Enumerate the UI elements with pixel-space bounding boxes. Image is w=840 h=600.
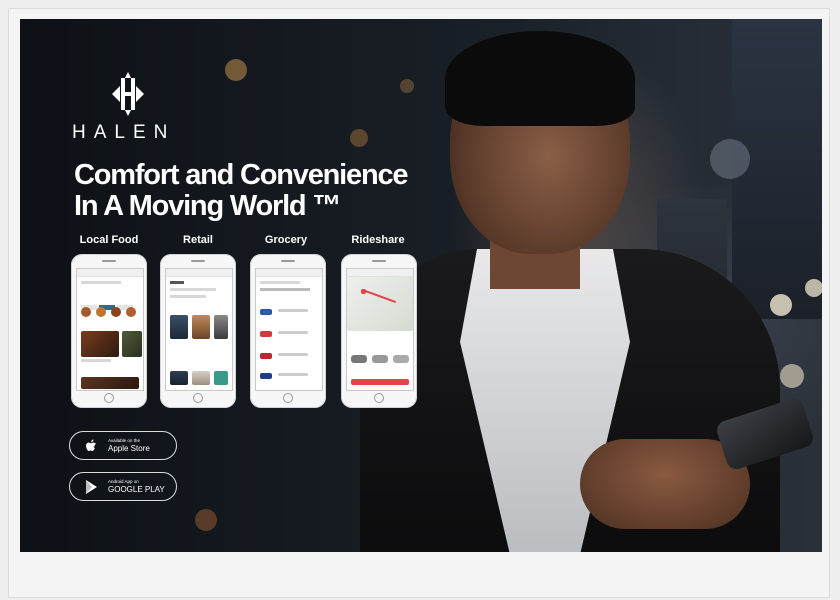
category-label-grocery: Grocery (264, 234, 308, 246)
phone-home-button (374, 393, 384, 403)
list-text (278, 331, 308, 334)
food-thumbnail (96, 307, 106, 317)
bokeh-light (195, 509, 217, 531)
bokeh-light (805, 279, 822, 297)
screen-text-line (170, 295, 206, 298)
restaurant-photo (81, 331, 119, 357)
apple-store-caption: Available on the (108, 438, 140, 443)
store-logo (260, 373, 272, 379)
screen-status-bar (166, 269, 232, 277)
screen-status-bar (256, 269, 322, 277)
bokeh-light (710, 139, 750, 179)
food-thumbnail (81, 307, 91, 317)
category-label-retail: Retail (183, 234, 213, 246)
bokeh-light (770, 294, 792, 316)
phone-mockup-retail[interactable] (160, 254, 236, 408)
bokeh-light (400, 79, 414, 93)
google-play-button[interactable]: Android App on GOOGLE PLAY (69, 472, 177, 501)
screen-text-line (260, 281, 300, 284)
screen-text-line (81, 359, 111, 362)
screen-status-bar (77, 269, 143, 277)
phone-mockup-grocery[interactable] (250, 254, 326, 408)
phone-speaker (102, 260, 116, 262)
headline-line-1: Comfort and Convenience (74, 159, 409, 191)
bokeh-light (780, 364, 804, 388)
phone-screen (76, 268, 144, 391)
car-option (351, 355, 367, 363)
store-logo (260, 331, 272, 337)
list-text (278, 353, 308, 356)
product-photo (170, 371, 188, 385)
bokeh-light (225, 59, 247, 81)
bokeh-light (350, 129, 368, 147)
headline-line-2: In A Moving World ™ (74, 190, 341, 222)
restaurant-photo (81, 377, 139, 389)
food-thumbnail (111, 307, 121, 317)
phone-speaker (372, 260, 386, 262)
google-play-label: GOOGLE PLAY (108, 485, 165, 494)
google-play-caption: Android App on (108, 479, 139, 484)
category-label-rideshare: Rideshare (351, 234, 405, 246)
phone-speaker (281, 260, 295, 262)
product-photo (192, 371, 210, 385)
apple-store-label: Apple Store (108, 444, 150, 453)
screen-status-bar (347, 269, 413, 277)
screen-text-line (260, 288, 310, 291)
restaurant-photo (122, 331, 142, 357)
play-icon (86, 480, 97, 494)
product-photo (192, 315, 210, 339)
screen-text-line (170, 288, 216, 291)
phone-home-button (104, 393, 114, 403)
map-view (347, 277, 413, 331)
person-hair (445, 31, 635, 126)
apple-icon (86, 439, 96, 451)
screen-text-line (170, 281, 184, 284)
screen-text-line (81, 281, 121, 284)
phone-mockup-local-food[interactable] (71, 254, 147, 408)
phone-screen (165, 268, 233, 391)
store-logo (260, 309, 272, 315)
store-logo (260, 353, 272, 359)
halen-logo-icon (112, 72, 144, 116)
list-text (278, 373, 308, 376)
category-label-local-food: Local Food (79, 234, 139, 246)
phone-home-button (193, 393, 203, 403)
page-headline: Comfort and Convenience In A Moving Worl… (74, 160, 434, 222)
phone-home-button (283, 393, 293, 403)
list-text (278, 309, 308, 312)
product-photo (214, 315, 228, 339)
brand-name: HALEN (72, 122, 176, 143)
car-option (372, 355, 388, 363)
food-thumbnail (126, 307, 136, 317)
product-photo (214, 371, 228, 385)
phone-screen (255, 268, 323, 391)
product-photo (170, 315, 188, 339)
map-pin (361, 289, 366, 294)
phone-speaker (191, 260, 205, 262)
screen-filter-chips (81, 297, 139, 310)
phone-mockup-rideshare[interactable] (341, 254, 417, 408)
phone-screen (346, 268, 414, 391)
book-ride-button (351, 379, 409, 385)
apple-store-button[interactable]: Available on the Apple Store (69, 431, 177, 460)
car-option (393, 355, 409, 363)
